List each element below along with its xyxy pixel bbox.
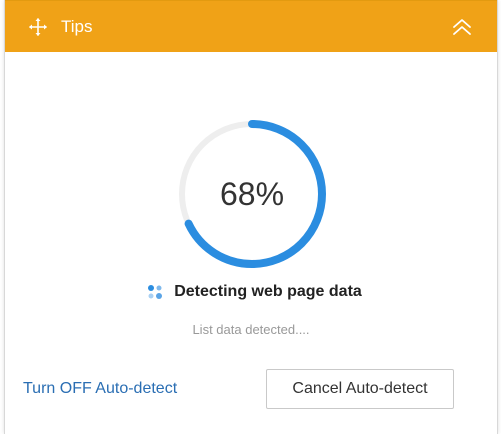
status-text: Detecting web page data <box>174 283 362 300</box>
panel-title: Tips <box>61 17 93 36</box>
turn-off-auto-detect-link[interactable]: Turn OFF Auto-detect <box>23 380 177 398</box>
status-row: Detecting web page data <box>5 280 497 304</box>
move-arrows-icon[interactable] <box>29 18 47 36</box>
cancel-auto-detect-button[interactable]: Cancel Auto-detect <box>266 369 454 409</box>
panel-header: Tips <box>5 0 497 52</box>
progress-percent: 68% <box>219 176 285 212</box>
substatus-text: List data detected.... <box>192 322 310 337</box>
double-chevron-up-icon[interactable] <box>451 16 473 38</box>
tips-panel: Tips 68% Detecting web page data List da… <box>4 0 498 434</box>
detecting-dots-icon <box>148 285 163 299</box>
